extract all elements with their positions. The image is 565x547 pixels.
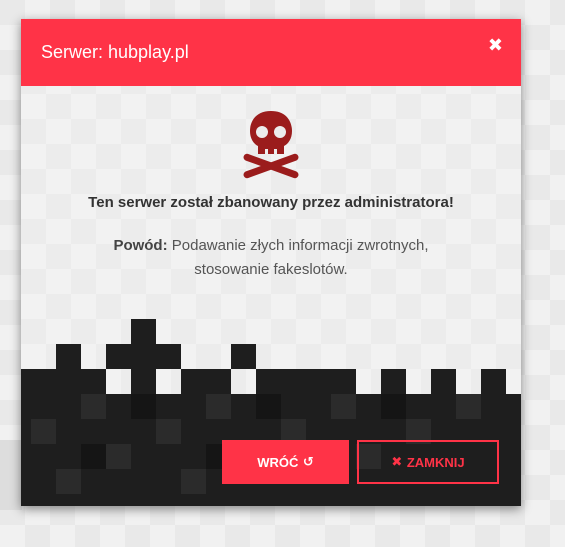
modal-header: Serwer: hubplay.pl ✖ bbox=[21, 19, 521, 86]
background-decoration bbox=[0, 440, 22, 510]
close-icon[interactable]: ✖ bbox=[488, 35, 503, 56]
ban-modal: Serwer: hubplay.pl ✖ Ten serwer został z… bbox=[21, 19, 521, 506]
modal-title: Serwer: hubplay.pl bbox=[41, 42, 189, 62]
back-button[interactable]: WRÓĆ ↺ bbox=[222, 440, 349, 484]
undo-icon: ↺ bbox=[298, 454, 314, 470]
close-button[interactable]: ✖ ZAMKNIJ bbox=[357, 440, 499, 484]
reason-text: Podawanie złych informacji zwrotnych, st… bbox=[171, 237, 429, 278]
back-button-label: WRÓĆ bbox=[257, 454, 299, 470]
ban-reason: Powód: Podawanie złych informacji zwrotn… bbox=[81, 234, 461, 282]
close-button-label: ZAMKNIJ bbox=[406, 454, 465, 470]
skull-crossbones-icon bbox=[241, 109, 301, 179]
reason-label: Powód: bbox=[113, 237, 168, 254]
ban-headline: Ten serwer został zbanowany przez admini… bbox=[88, 194, 454, 211]
times-icon: ✖ bbox=[391, 454, 407, 470]
